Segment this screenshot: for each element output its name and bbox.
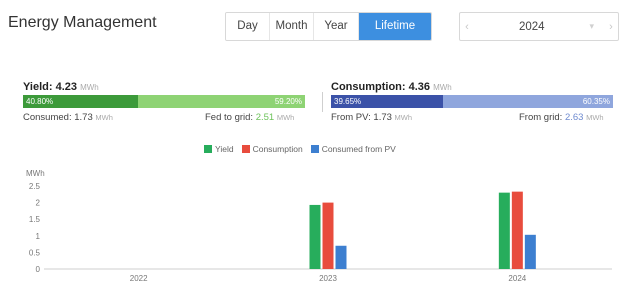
x-tick-label: 2024 bbox=[508, 274, 526, 282]
y-axis-label: MWh bbox=[26, 169, 45, 178]
x-tick-label: 2022 bbox=[130, 274, 148, 282]
bar-yield-2024 bbox=[498, 192, 510, 269]
energy-bar-chart: MWh 2.5 2 1.5 1 0.5 0 2022 2023 2024 bbox=[26, 169, 612, 282]
y-tick-label: 2.5 bbox=[29, 182, 41, 191]
y-tick-label: 0.5 bbox=[29, 248, 41, 257]
bar-consumption-2024 bbox=[511, 191, 523, 269]
y-tick-label: 1.5 bbox=[29, 215, 41, 224]
bar-consumption-2023 bbox=[322, 202, 334, 269]
bar-consumed-from-pv-2023 bbox=[335, 245, 347, 269]
x-tick-label: 2023 bbox=[319, 274, 337, 282]
bar-yield-2023 bbox=[309, 204, 321, 269]
y-tick-label: 1 bbox=[36, 232, 41, 241]
y-tick-label: 0 bbox=[36, 265, 41, 274]
bar-consumed-from-pv-2024 bbox=[524, 234, 536, 269]
y-tick-label: 2 bbox=[36, 199, 41, 208]
